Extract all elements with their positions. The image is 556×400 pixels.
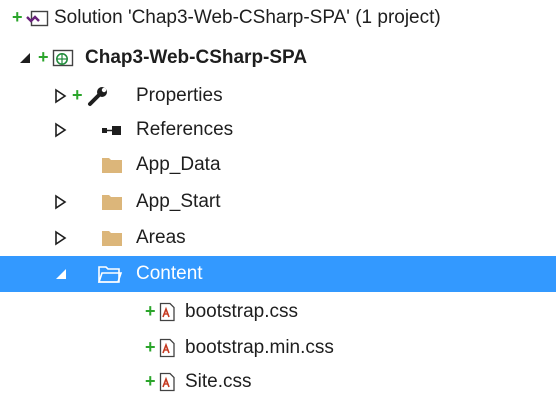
expand-arrow-icon[interactable]: [53, 230, 69, 246]
tree-row-bootstrap-css[interactable]: + bootstrap.css: [0, 294, 556, 330]
pending-add-marker: +: [38, 47, 49, 67]
bootstrap-css-label: bootstrap.css: [185, 301, 298, 322]
references-label: References: [136, 119, 234, 140]
folder-icon: [100, 227, 124, 249]
pending-add-marker: +: [72, 85, 83, 105]
tree-row-properties[interactable]: + Properties: [0, 78, 556, 114]
tree-row-project[interactable]: + Chap3-Web-CSharp-SPA: [0, 40, 556, 76]
bootstrap-min-css-label: bootstrap.min.css: [185, 337, 334, 358]
solution-explorer-tree: + Solution 'Chap3-Web-CSharp-SPA' (1 pro…: [0, 0, 556, 398]
tree-row-content[interactable]: Content: [0, 256, 556, 292]
pending-add-marker: +: [145, 301, 156, 321]
css-file-icon: [157, 337, 181, 359]
tree-row-solution[interactable]: + Solution 'Chap3-Web-CSharp-SPA' (1 pro…: [0, 0, 556, 36]
tree-row-app-data[interactable]: App_Data: [0, 147, 556, 183]
content-label: Content: [136, 263, 203, 284]
expand-arrow-icon[interactable]: [53, 122, 69, 138]
css-file-icon: [157, 371, 181, 393]
expand-arrow-icon[interactable]: [53, 194, 69, 210]
pending-add-marker: +: [145, 371, 156, 391]
tree-row-bootstrap-min-css[interactable]: + bootstrap.min.css: [0, 330, 556, 366]
site-css-label: Site.css: [185, 371, 252, 392]
folder-icon: [100, 154, 124, 176]
project-label: Chap3-Web-CSharp-SPA: [85, 47, 308, 68]
tree-row-areas[interactable]: Areas: [0, 220, 556, 256]
css-file-icon: [157, 301, 181, 323]
collapse-arrow-icon[interactable]: [17, 50, 33, 66]
references-icon: [100, 119, 124, 141]
collapse-arrow-icon[interactable]: [53, 266, 69, 282]
solution-label: Solution 'Chap3-Web-CSharp-SPA' (1 proje…: [54, 7, 441, 28]
solution-icon: [25, 7, 49, 29]
expand-arrow-icon[interactable]: [53, 88, 69, 104]
tree-row-app-start[interactable]: App_Start: [0, 184, 556, 220]
app-data-label: App_Data: [136, 154, 221, 175]
folder-icon: [100, 191, 124, 213]
pending-add-marker: +: [12, 7, 23, 27]
wrench-icon: [86, 85, 110, 107]
web-project-icon: [51, 47, 75, 69]
areas-label: Areas: [136, 227, 186, 248]
properties-label: Properties: [136, 85, 223, 106]
tree-row-references[interactable]: References: [0, 112, 556, 148]
tree-row-site-css[interactable]: + Site.css: [0, 364, 556, 400]
pending-add-marker: +: [145, 337, 156, 357]
app-start-label: App_Start: [136, 191, 221, 212]
open-folder-icon: [97, 263, 123, 285]
